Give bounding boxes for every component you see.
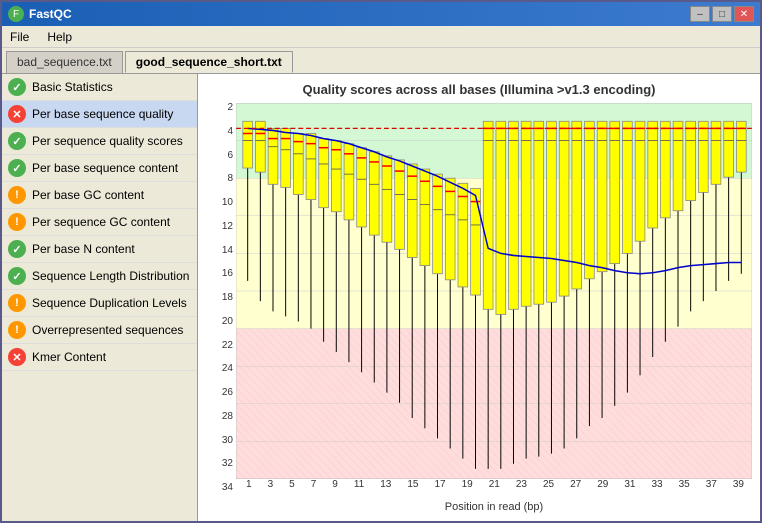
sidebar-label: Per base GC content (32, 188, 144, 202)
file-menu[interactable]: File (6, 29, 33, 45)
x-label: 11 (354, 479, 364, 490)
chart-container: 34 32 30 28 26 24 22 20 18 16 14 12 10 8… (206, 103, 752, 513)
sidebar-label: Per base sequence quality (32, 107, 173, 121)
status-warn-icon: ! (8, 294, 26, 312)
sidebar-label: Sequence Duplication Levels (32, 296, 187, 310)
sidebar-label: Overrepresented sequences (32, 323, 183, 337)
y-label: 28 (206, 412, 236, 422)
x-label: 39 (733, 479, 744, 490)
main-window: F FastQC – □ ✕ File Help bad_sequence.tx… (0, 0, 762, 523)
sidebar-item-seq-dup-levels[interactable]: ! Sequence Duplication Levels (2, 290, 197, 317)
status-fail-icon: ✕ (8, 348, 26, 366)
x-label: 33 (651, 479, 662, 490)
y-label: 34 (206, 483, 236, 493)
y-label: 32 (206, 459, 236, 469)
sidebar: ✓ Basic Statistics ✕ Per base sequence q… (2, 74, 198, 521)
status-ok-icon: ✓ (8, 267, 26, 285)
status-warn-icon: ! (8, 213, 26, 231)
tab-bad-sequence[interactable]: bad_sequence.txt (6, 51, 123, 73)
x-axis-title: Position in read (bp) (236, 501, 752, 513)
y-label: 12 (206, 222, 236, 232)
chart-title: Quality scores across all bases (Illumin… (206, 82, 752, 97)
chart-plot (236, 103, 752, 479)
x-label: 15 (407, 479, 418, 490)
sidebar-label: Basic Statistics (32, 80, 113, 94)
x-label: 27 (570, 479, 581, 490)
x-label: 31 (624, 479, 635, 490)
y-label: 8 (206, 174, 236, 184)
minimize-button[interactable]: – (690, 6, 710, 22)
maximize-button[interactable]: □ (712, 6, 732, 22)
tab-good-sequence[interactable]: good_sequence_short.txt (125, 51, 293, 73)
x-axis: 1 3 5 7 9 11 13 15 17 19 21 23 25 27 (236, 479, 752, 499)
title-bar-left: F FastQC (8, 6, 72, 22)
sidebar-label: Kmer Content (32, 350, 106, 364)
y-label: 10 (206, 198, 236, 208)
sidebar-item-per-seq-gc-content[interactable]: ! Per sequence GC content (2, 209, 197, 236)
app-icon: F (8, 6, 24, 22)
chart-area: Quality scores across all bases (Illumin… (198, 74, 760, 521)
app-title: FastQC (29, 7, 72, 21)
y-label: 22 (206, 341, 236, 351)
y-label: 18 (206, 293, 236, 303)
status-ok-icon: ✓ (8, 240, 26, 258)
y-label: 14 (206, 246, 236, 256)
status-ok-icon: ✓ (8, 132, 26, 150)
status-ok-icon: ✓ (8, 159, 26, 177)
x-label: 19 (462, 479, 473, 490)
status-ok-icon: ✓ (8, 78, 26, 96)
x-label: 13 (380, 479, 391, 490)
x-label: 21 (489, 479, 500, 490)
x-label: 35 (679, 479, 690, 490)
sidebar-item-basic-stats[interactable]: ✓ Basic Statistics (2, 74, 197, 101)
title-buttons: – □ ✕ (690, 6, 754, 22)
sidebar-label: Per sequence quality scores (32, 134, 183, 148)
status-fail-icon: ✕ (8, 105, 26, 123)
x-label: 25 (543, 479, 554, 490)
y-axis: 34 32 30 28 26 24 22 20 18 16 14 12 10 8… (206, 103, 236, 513)
sidebar-item-overrep-seqs[interactable]: ! Overrepresented sequences (2, 317, 197, 344)
status-warn-icon: ! (8, 321, 26, 339)
sidebar-label: Per base sequence content (32, 161, 178, 175)
x-label: 37 (706, 479, 717, 490)
y-label: 26 (206, 388, 236, 398)
menu-bar: File Help (2, 26, 760, 48)
sidebar-item-per-base-seq-quality[interactable]: ✕ Per base sequence quality (2, 101, 197, 128)
y-label: 20 (206, 317, 236, 327)
sidebar-item-per-base-seq-content[interactable]: ✓ Per base sequence content (2, 155, 197, 182)
y-label: 6 (206, 151, 236, 161)
y-label: 16 (206, 269, 236, 279)
y-label: 2 (206, 103, 236, 113)
y-label: 4 (206, 127, 236, 137)
close-button[interactable]: ✕ (734, 6, 754, 22)
status-warn-icon: ! (8, 186, 26, 204)
sidebar-item-per-seq-quality-scores[interactable]: ✓ Per sequence quality scores (2, 128, 197, 155)
content-area: ✓ Basic Statistics ✕ Per base sequence q… (2, 73, 760, 521)
x-label: 9 (332, 479, 338, 490)
x-label: 3 (268, 479, 274, 490)
chart-inner: 1 3 5 7 9 11 13 15 17 19 21 23 25 27 (236, 103, 752, 513)
help-menu[interactable]: Help (43, 29, 76, 45)
sidebar-item-per-base-gc-content[interactable]: ! Per base GC content (2, 182, 197, 209)
x-label: 29 (597, 479, 608, 490)
title-bar: F FastQC – □ ✕ (2, 2, 760, 26)
tabs-bar: bad_sequence.txt good_sequence_short.txt (2, 48, 760, 73)
y-label: 30 (206, 436, 236, 446)
x-label: 1 (246, 479, 252, 490)
sidebar-item-seq-length-dist[interactable]: ✓ Sequence Length Distribution (2, 263, 197, 290)
sidebar-label: Per sequence GC content (32, 215, 170, 229)
sidebar-label: Per base N content (32, 242, 135, 256)
x-label: 17 (434, 479, 445, 490)
y-label: 24 (206, 364, 236, 374)
sidebar-item-kmer-content[interactable]: ✕ Kmer Content (2, 344, 197, 371)
x-label: 5 (289, 479, 295, 490)
sidebar-label: Sequence Length Distribution (32, 269, 189, 283)
x-label: 23 (516, 479, 527, 490)
sidebar-item-per-base-n-content[interactable]: ✓ Per base N content (2, 236, 197, 263)
x-label: 7 (311, 479, 317, 490)
